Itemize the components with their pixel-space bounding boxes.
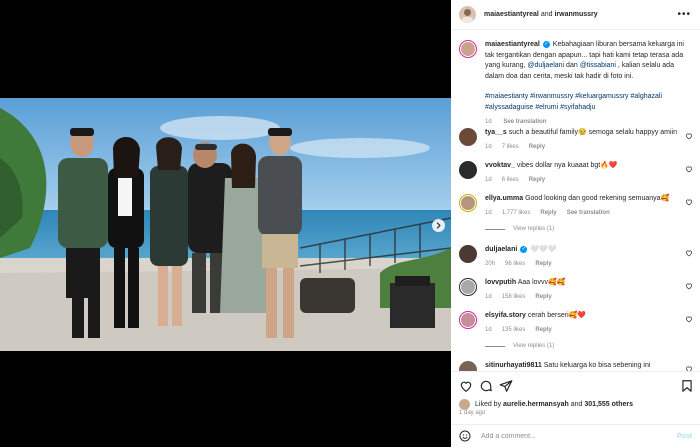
- commenter-avatar[interactable]: [459, 161, 477, 179]
- comment-bubble-icon[interactable]: [479, 379, 493, 393]
- comments-section[interactable]: maiaestiantyreal ✓ Kebahagiaan liburan b…: [451, 31, 700, 371]
- commenter-avatar[interactable]: [459, 361, 477, 371]
- likes-summary: Liked by aurelie.hermansyah and 301,555 …: [459, 399, 633, 410]
- comment-text: vibes dollar nya kuaaat bgt🔥❤️: [516, 162, 618, 169]
- post-time: 1 day ago: [459, 410, 486, 416]
- family-group-photo: [0, 98, 451, 351]
- commenter-avatar[interactable]: [459, 194, 477, 212]
- post-header: maiaestiantyreal and irwanmussry •••: [451, 0, 700, 30]
- comment-item: tya__s such a beautiful family🥹 semoga s…: [459, 128, 695, 152]
- liker-username[interactable]: aurelie.hermansyah: [503, 401, 569, 408]
- view-replies-label: View replies (1): [513, 343, 555, 349]
- comment-input[interactable]: [481, 432, 677, 440]
- author-username[interactable]: maiaestiantyreal: [484, 11, 539, 18]
- comment-likes[interactable]: 7 likes: [502, 144, 519, 150]
- comment-age: 20h: [485, 260, 496, 267]
- reply-button[interactable]: Reply: [529, 177, 545, 183]
- caption-age: 1d: [485, 119, 492, 125]
- comment-likes[interactable]: 1,777 likes: [502, 210, 531, 216]
- header-connector: and: [540, 11, 553, 18]
- likes-prefix: Liked by: [475, 401, 502, 408]
- view-replies-label: View replies (1): [513, 226, 555, 232]
- comment-username[interactable]: lovvputih: [485, 279, 516, 286]
- chevron-right-icon: [436, 222, 441, 229]
- liker-avatar[interactable]: [459, 399, 470, 410]
- comment-likes[interactable]: 135 likes: [502, 327, 526, 333]
- like-comment-heart-icon[interactable]: [685, 282, 693, 290]
- comment-age: 1d: [485, 176, 492, 183]
- comment-age: 1d: [485, 293, 492, 300]
- comment-item: vvoktav_ vibes dollar nya kuaaat bgt🔥❤️ …: [459, 161, 695, 185]
- likes-connector: and: [570, 401, 583, 408]
- caption-mention-1[interactable]: @duljaelani: [527, 62, 564, 69]
- caption-hashtags[interactable]: #maiaestianty #irwanmussry #keluargamuss…: [485, 92, 690, 113]
- verified-badge-icon: ✓: [520, 245, 528, 253]
- caption-mention-2[interactable]: @tissabiani: [580, 62, 616, 69]
- commenter-avatar[interactable]: [459, 245, 477, 263]
- comment-item: duljaelani ✓ 🤍🤍🤍 20h 96 likes Reply: [459, 245, 695, 269]
- comment-username[interactable]: vvoktav_: [485, 162, 515, 169]
- next-photo-button[interactable]: [432, 219, 445, 232]
- commenter-avatar[interactable]: [459, 311, 477, 329]
- comment-item: lovvputih Aaa lovvv🥰🥰 1d 158 likes Reply: [459, 278, 695, 302]
- likes-count[interactable]: 301,555 others: [584, 401, 633, 408]
- more-options-icon[interactable]: •••: [677, 9, 691, 20]
- like-comment-heart-icon[interactable]: [685, 165, 693, 173]
- post-side-panel: maiaestiantyreal and irwanmussry ••• mai…: [451, 0, 700, 447]
- comment-text: Satu keluarga ko bisa sebening ini: [543, 362, 651, 369]
- post-caption: maiaestiantyreal ✓ Kebahagiaan liburan b…: [451, 31, 700, 128]
- see-translation-link[interactable]: See translation: [567, 210, 610, 216]
- reply-button[interactable]: Reply: [535, 327, 551, 333]
- commenter-avatar[interactable]: [459, 278, 477, 296]
- reply-button[interactable]: Reply: [535, 294, 551, 300]
- comment-likes[interactable]: 6 likes: [502, 177, 519, 183]
- caption-avatar[interactable]: [459, 40, 477, 58]
- comment-item: ellya.umma Good looking dan good rekenin…: [459, 194, 695, 218]
- comment-age: 1d: [485, 143, 492, 150]
- reply-button[interactable]: Reply: [540, 210, 556, 216]
- like-heart-icon[interactable]: [459, 379, 473, 393]
- comment-username[interactable]: tya__s: [485, 129, 507, 136]
- comment-likes[interactable]: 158 likes: [502, 294, 526, 300]
- view-replies-button[interactable]: View replies (1): [485, 226, 554, 232]
- caption-username[interactable]: maiaestiantyreal: [485, 41, 540, 48]
- comment-text: cerah berseri🥰❤️: [527, 312, 587, 319]
- see-translation-link[interactable]: See translation: [503, 119, 546, 125]
- reply-button[interactable]: Reply: [529, 144, 545, 150]
- comment-age: 1d: [485, 326, 492, 333]
- comment-text: Aaa lovvv🥰🥰: [517, 279, 566, 286]
- share-send-icon[interactable]: [499, 379, 513, 393]
- comment-item: elsyifa.story cerah berseri🥰❤️ 1d 135 lik…: [459, 311, 695, 335]
- post-media-area: [0, 0, 451, 447]
- like-comment-heart-icon[interactable]: [685, 315, 693, 323]
- like-comment-heart-icon[interactable]: [685, 132, 693, 140]
- comment-text: 🤍🤍🤍: [530, 246, 557, 253]
- comment-username[interactable]: sitinurhayati9811: [485, 362, 542, 369]
- comment-likes[interactable]: 96 likes: [505, 261, 525, 267]
- view-replies-button[interactable]: View replies (1): [485, 343, 554, 349]
- comment-username[interactable]: ellya.umma: [485, 195, 523, 202]
- emoji-smiley-icon[interactable]: [459, 430, 471, 442]
- post-photo[interactable]: [0, 98, 451, 351]
- like-comment-heart-icon[interactable]: [685, 198, 693, 206]
- post-comment-button[interactable]: Post: [677, 433, 692, 440]
- comment-text: Good looking dan good rekening semuanya🥰: [525, 195, 670, 202]
- comment-username[interactable]: duljaelani: [485, 246, 517, 253]
- add-comment-bar: Post: [451, 424, 700, 447]
- comment-age: 1d: [485, 209, 492, 216]
- comment-username[interactable]: elsyifa.story: [485, 312, 526, 319]
- author-avatar[interactable]: [459, 6, 476, 23]
- like-comment-heart-icon[interactable]: [685, 249, 693, 257]
- reply-button[interactable]: Reply: [535, 261, 551, 267]
- coauthor-username[interactable]: irwanmussry: [554, 11, 597, 18]
- post-actions-bar: [451, 371, 700, 399]
- bookmark-icon[interactable]: [680, 379, 694, 393]
- comment-text: such a beautiful family🥹 semoga selalu h…: [508, 129, 677, 136]
- comment-item: sitinurhayati9811 Satu keluarga ko bisa …: [459, 361, 695, 371]
- post-header-title: maiaestiantyreal and irwanmussry: [484, 11, 598, 18]
- caption-text-2: dan: [564, 62, 580, 69]
- commenter-avatar[interactable]: [459, 128, 477, 146]
- verified-badge-icon: ✓: [542, 40, 550, 48]
